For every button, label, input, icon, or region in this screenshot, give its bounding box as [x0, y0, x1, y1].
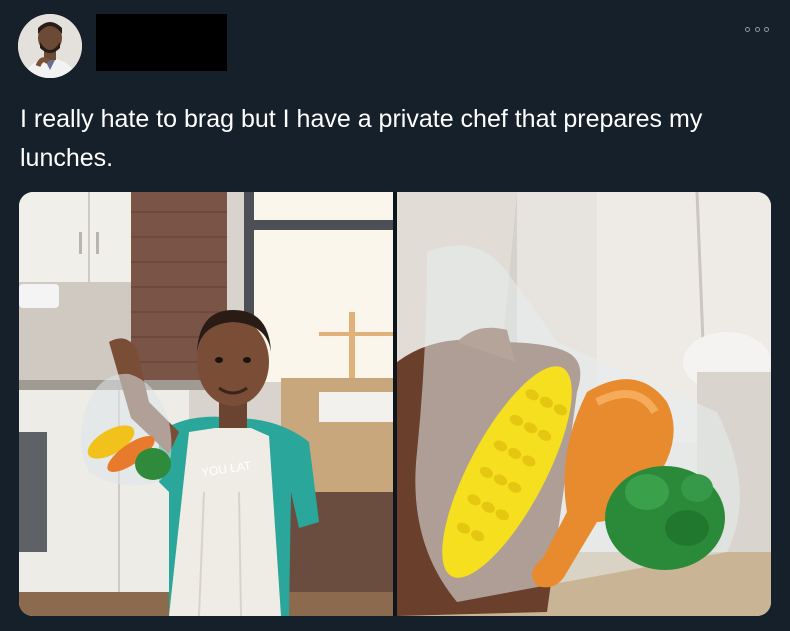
dot-icon	[764, 26, 769, 32]
photo-toy-food-closeup[interactable]	[397, 192, 771, 616]
dot-icon	[754, 26, 760, 32]
photo-boy-in-kitchen[interactable]: YOU LAT	[19, 192, 393, 616]
tweet-media[interactable]: YOU LAT	[19, 192, 771, 616]
avatar-image	[18, 14, 82, 78]
author-avatar[interactable]	[18, 14, 82, 78]
redacted-username	[96, 14, 227, 71]
tweet-text: I really hate to brag but I have a priva…	[20, 105, 703, 172]
more-options-icon[interactable]	[745, 22, 769, 36]
toy-food-photo-image	[397, 192, 771, 616]
dot-icon	[745, 26, 750, 32]
kitchen-photo-image: YOU LAT	[19, 192, 393, 616]
